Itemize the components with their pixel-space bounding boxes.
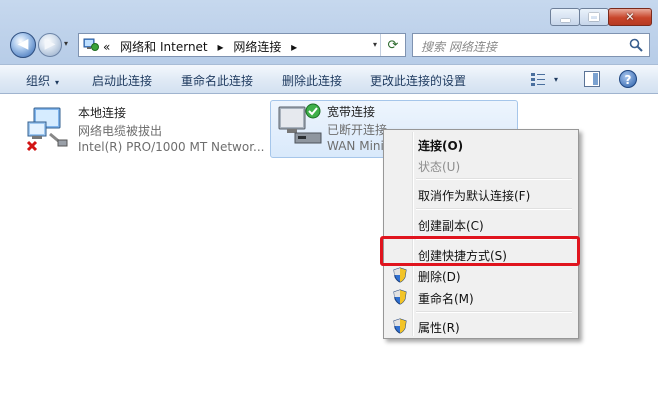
address-dropdown[interactable]: ▾	[373, 40, 377, 49]
rename-connection-button[interactable]: 重命名此连接	[181, 72, 253, 89]
menu-item-label: 取消作为默认连接(F)	[418, 189, 531, 203]
back-arrow-icon: ◀	[17, 36, 29, 53]
back-button[interactable]: ◀	[10, 32, 36, 58]
connection-name: 本地连接	[78, 106, 127, 120]
menu-item-cancel-default[interactable]: 取消作为默认连接(F)	[386, 183, 576, 205]
close-icon: ✕	[625, 10, 635, 24]
enable-connection-button[interactable]: 启动此连接	[92, 72, 152, 89]
change-view-icon[interactable]	[530, 71, 546, 87]
highlight-box	[380, 236, 580, 266]
menu-separator	[416, 208, 572, 210]
menu-item-label: 创建副本(C)	[418, 219, 484, 233]
menu-item-connect[interactable]: 连接(O)	[386, 133, 576, 155]
local-network-disconnected-icon	[26, 107, 68, 152]
connection-device: WAN Mini	[327, 139, 384, 153]
change-settings-button[interactable]: 更改此连接的设置	[370, 72, 466, 89]
search-box[interactable]: 搜索 网络连接	[412, 33, 650, 57]
search-input[interactable]: 搜索 网络连接	[421, 38, 497, 55]
menu-item-properties[interactable]: 属性(R)	[386, 315, 576, 337]
command-bar: 组织 ▾ 启动此连接 重命名此连接 删除此连接 更改此连接的设置 ▾ ?	[0, 64, 658, 94]
uac-shield-icon	[393, 289, 407, 305]
menu-item-delete[interactable]: 删除(D)	[386, 264, 576, 286]
breadcrumb-network-connections[interactable]: 网络连接	[233, 40, 281, 54]
menu-item-label: 删除(D)	[418, 270, 461, 284]
refresh-button[interactable]: ⟳	[380, 34, 405, 56]
minimize-button[interactable]	[550, 8, 580, 26]
help-icon[interactable]: ?	[619, 70, 637, 88]
network-folder-icon	[83, 38, 99, 51]
recent-pages-dropdown[interactable]: ▾	[64, 39, 68, 48]
refresh-icon: ⟳	[387, 37, 399, 53]
menu-item-label: 连接(O)	[418, 139, 464, 153]
close-button[interactable]: ✕	[608, 8, 652, 26]
broadband-connection-icon	[278, 103, 322, 144]
menu-item-label: 属性(R)	[418, 321, 460, 335]
breadcrumb-separator[interactable]: ▸	[217, 40, 223, 54]
connection-status: 已断开连接	[327, 123, 388, 137]
menu-item-rename[interactable]: 重命名(M)	[386, 286, 576, 308]
organize-label: 组织	[26, 74, 51, 88]
delete-connection-button[interactable]: 删除此连接	[282, 72, 342, 89]
menu-separator	[416, 178, 572, 180]
organize-dropdown-icon: ▾	[55, 78, 60, 87]
menu-separator	[416, 311, 572, 313]
connection-status: 网络电缆被拔出	[78, 124, 163, 138]
context-menu: 连接(O) 状态(U) 取消作为默认连接(F) 创建副本(C) 创建快捷方式(S…	[383, 129, 579, 339]
organize-button[interactable]: 组织 ▾	[26, 72, 59, 89]
minimize-icon	[561, 19, 570, 22]
breadcrumb-separator-2[interactable]: ▸	[291, 40, 297, 54]
explorer-window: ✕ ◀ ▶ ▾ « 网络和 Internet ▸ 网络连接 ▸ ▾ ⟳ 搜索 网…	[0, 0, 658, 400]
connection-device: Intel(R) PRO/1000 MT Networ...	[78, 140, 265, 154]
address-bar[interactable]: « 网络和 Internet ▸ 网络连接 ▸ ▾ ⟳	[78, 33, 406, 57]
connection-name: 宽带连接	[327, 105, 376, 119]
forward-arrow-icon: ▶	[44, 36, 56, 53]
maximize-button[interactable]	[579, 8, 609, 26]
forward-button[interactable]: ▶	[38, 33, 62, 57]
connection-item-local[interactable]: 本地连接 网络电缆被拔出 Intel(R) PRO/1000 MT Networ…	[16, 102, 266, 158]
view-dropdown-icon[interactable]: ▾	[554, 75, 558, 84]
menu-item-label: 状态(U)	[418, 160, 461, 174]
uac-shield-icon	[393, 318, 407, 334]
breadcrumb: « 网络和 Internet ▸ 网络连接 ▸	[103, 38, 303, 55]
search-icon[interactable]	[629, 38, 643, 52]
breadcrumb-overflow[interactable]: «	[103, 40, 110, 54]
menu-item-label: 重命名(M)	[418, 292, 474, 306]
preview-pane-icon[interactable]	[584, 71, 600, 87]
menu-item-create-copy[interactable]: 创建副本(C)	[386, 213, 576, 235]
uac-shield-icon	[393, 267, 407, 283]
menu-item-status: 状态(U)	[386, 154, 576, 176]
maximize-icon	[589, 13, 599, 21]
caption-buttons: ✕	[550, 8, 652, 26]
breadcrumb-network-internet[interactable]: 网络和 Internet	[120, 40, 207, 54]
